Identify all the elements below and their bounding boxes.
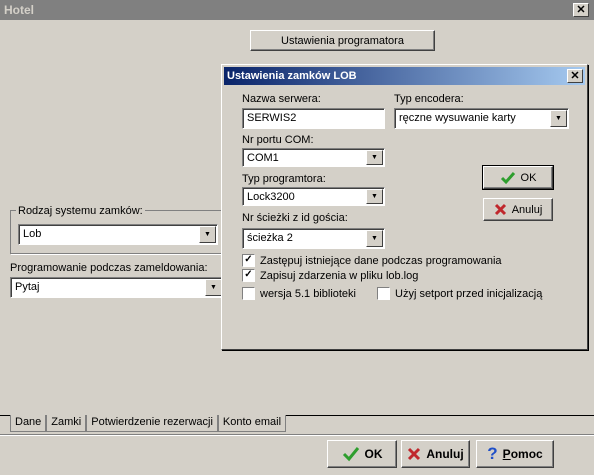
dialog-cancel-button[interactable]: Anuluj [483,198,553,221]
tab-zamki[interactable]: Zamki [46,415,87,432]
tab-dane-label: Dane [15,416,42,428]
ok-button[interactable]: OK [327,440,397,468]
checkbox-log-events[interactable]: ✓ Zapisuj zdarzenia w pliku lob.log [242,269,418,282]
tab-konto-email-label: Konto email [222,416,282,428]
x-icon [494,203,506,216]
chevron-down-icon[interactable]: ▼ [366,150,383,165]
close-icon: ✕ [570,70,580,82]
checkin-programming-label: Programowanie podczas zameldowania: [10,262,208,274]
tab-strip: Dane Zamki Potwierdzenie rezerwacji Kont… [10,415,287,432]
tab-potwierdzenie-label: Potwierdzenie rezerwacji [91,416,213,428]
programmer-type-select[interactable]: Lock3200 ▼ [242,187,385,206]
com-port-label: Nr portu COM: [242,134,314,146]
checkin-programming-select[interactable]: Pytaj ▼ [10,277,224,298]
lob-lock-settings-dialog: Ustawienia zamków LOB ✕ Nazwa serwera: S… [221,64,588,350]
track-select[interactable]: ścieżka 2 ▼ [242,228,385,249]
encoder-type-label: Typ encodera: [394,93,464,105]
dialog-ok-button[interactable]: OK [482,165,554,190]
cancel-label: Anuluj [426,447,464,461]
chevron-down-icon[interactable]: ▼ [205,279,222,296]
window-close-button[interactable]: ✕ [573,3,589,17]
track-label: Nr ścieżki z id gościa: [242,212,348,224]
com-port-select[interactable]: COM1 ▼ [242,148,385,167]
encoder-type-select[interactable]: ręczne wysuwanie karty ▼ [394,108,569,129]
checkbox-label: Zastępuj istniejące dane podczas program… [260,254,502,267]
help-button[interactable]: ? Pomoc [476,440,554,468]
dialog-close-button[interactable]: ✕ [567,69,583,83]
chevron-down-icon[interactable]: ▼ [199,226,216,243]
lock-system-select[interactable]: Lob ▼ [18,224,218,245]
tab-dane[interactable]: Dane [10,415,47,432]
programmer-settings-label: Ustawienia programatora [281,34,404,47]
lock-system-label: Rodzaj systemu zamków: [16,205,145,217]
window-titlebar: Hotel [0,0,594,20]
checkbox-box[interactable] [242,287,255,300]
chevron-down-icon[interactable]: ▼ [366,230,383,247]
ok-label: OK [364,447,383,461]
checkbox-replace-data[interactable]: ✓ Zastępuj istniejące dane podczas progr… [242,254,502,267]
tab-zamki-label: Zamki [51,416,82,428]
dialog-titlebar: Ustawienia zamków LOB [224,67,585,85]
programmer-settings-button[interactable]: Ustawienia programatora [250,30,435,51]
checkbox-setport[interactable]: Użyj setport przed inicjalizacją [377,287,542,300]
x-icon [408,447,421,461]
checkbox-box[interactable] [377,287,390,300]
chevron-down-icon[interactable]: ▼ [550,110,567,127]
lock-system-value: Lob [23,228,42,240]
cancel-button[interactable]: Anuluj [401,440,470,468]
bottom-divider [0,434,594,435]
track-value: ścieżka 2 [247,232,293,244]
dialog-cancel-label: Anuluj [511,203,543,216]
checkmark-icon [500,171,515,184]
server-label: Nazwa serwera: [242,93,321,105]
checkmark-icon [342,447,359,462]
close-icon: ✕ [576,4,586,16]
programmer-type-label: Typ programtora: [242,173,326,185]
checkbox-box[interactable]: ✓ [242,269,255,282]
checkbox-label: Użyj setport przed inicjalizacją [395,287,543,300]
chevron-down-icon[interactable]: ▼ [366,189,383,204]
checkbox-library-version[interactable]: wersja 5.1 biblioteki [242,287,356,300]
dialog-ok-label: OK [520,171,537,184]
server-input[interactable]: SERWIS2 [242,108,385,129]
checkbox-box[interactable]: ✓ [242,254,255,267]
window-title: Hotel [4,3,34,17]
help-label: Pomoc [502,447,543,461]
server-value: SERWIS2 [247,112,297,124]
tab-konto-email[interactable]: Konto email [217,415,287,432]
programmer-type-value: Lock3200 [247,191,295,203]
checkbox-label: Zapisuj zdarzenia w pliku lob.log [260,269,419,282]
dialog-title: Ustawienia zamków LOB [227,70,357,82]
tab-potwierdzenie-rezerwacji[interactable]: Potwierdzenie rezerwacji [86,415,218,432]
checkbox-label: wersja 5.1 biblioteki [260,287,356,300]
com-port-value: COM1 [247,152,279,164]
question-icon: ? [487,444,498,463]
checkin-programming-value: Pytaj [15,281,40,293]
encoder-type-value: ręczne wysuwanie karty [399,112,516,124]
